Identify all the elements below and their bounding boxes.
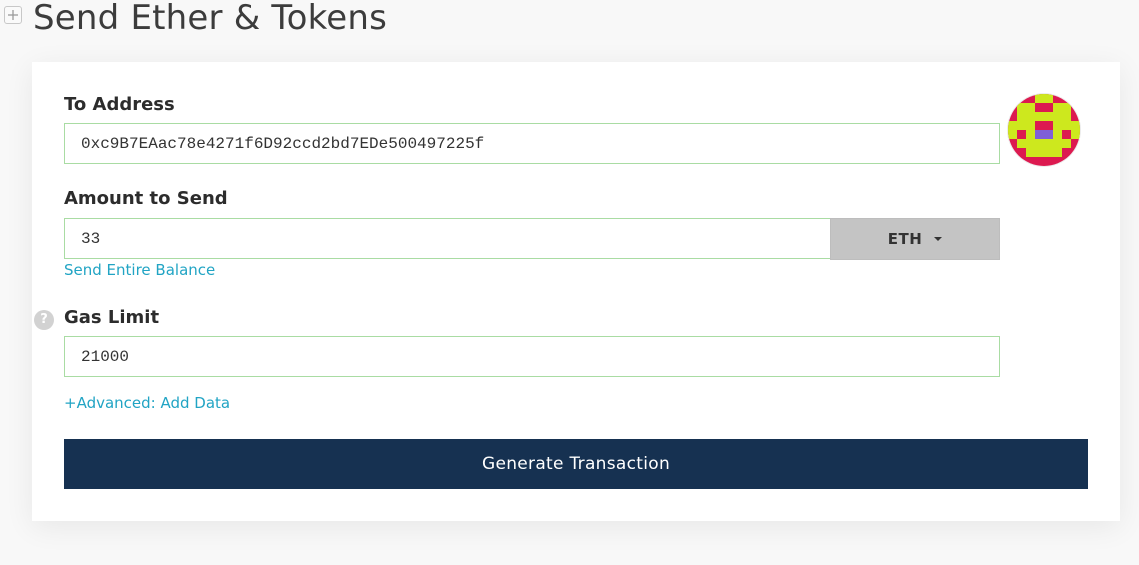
advanced-add-data-link[interactable]: +Advanced: Add Data bbox=[64, 394, 230, 412]
amount-label: Amount to Send bbox=[64, 188, 228, 209]
help-icon[interactable]: ? bbox=[34, 310, 54, 330]
unit-dropdown-label: ETH bbox=[887, 230, 923, 248]
to-address-label: To Address bbox=[64, 94, 175, 115]
to-address-input[interactable] bbox=[64, 123, 1000, 164]
generate-transaction-button[interactable]: Generate Transaction bbox=[64, 439, 1088, 489]
page: Send Ether & Tokens To Address 0xc9B7EAa… bbox=[0, 0, 1139, 565]
unit-dropdown[interactable]: ETH bbox=[830, 218, 1000, 260]
send-entire-balance-link[interactable]: Send Entire Balance bbox=[64, 261, 215, 279]
send-form-card: To Address 0xc9B7EAac78e4271f6D92ccd2bd7… bbox=[32, 62, 1120, 521]
amount-input[interactable] bbox=[64, 218, 831, 259]
address-identicon bbox=[1008, 94, 1080, 166]
gas-limit-input[interactable] bbox=[64, 336, 1000, 377]
chevron-down-icon bbox=[934, 237, 943, 241]
gas-limit-label: Gas Limit bbox=[64, 307, 160, 328]
expand-toggle-icon[interactable] bbox=[4, 6, 22, 24]
page-title: Send Ether & Tokens bbox=[33, 0, 388, 38]
